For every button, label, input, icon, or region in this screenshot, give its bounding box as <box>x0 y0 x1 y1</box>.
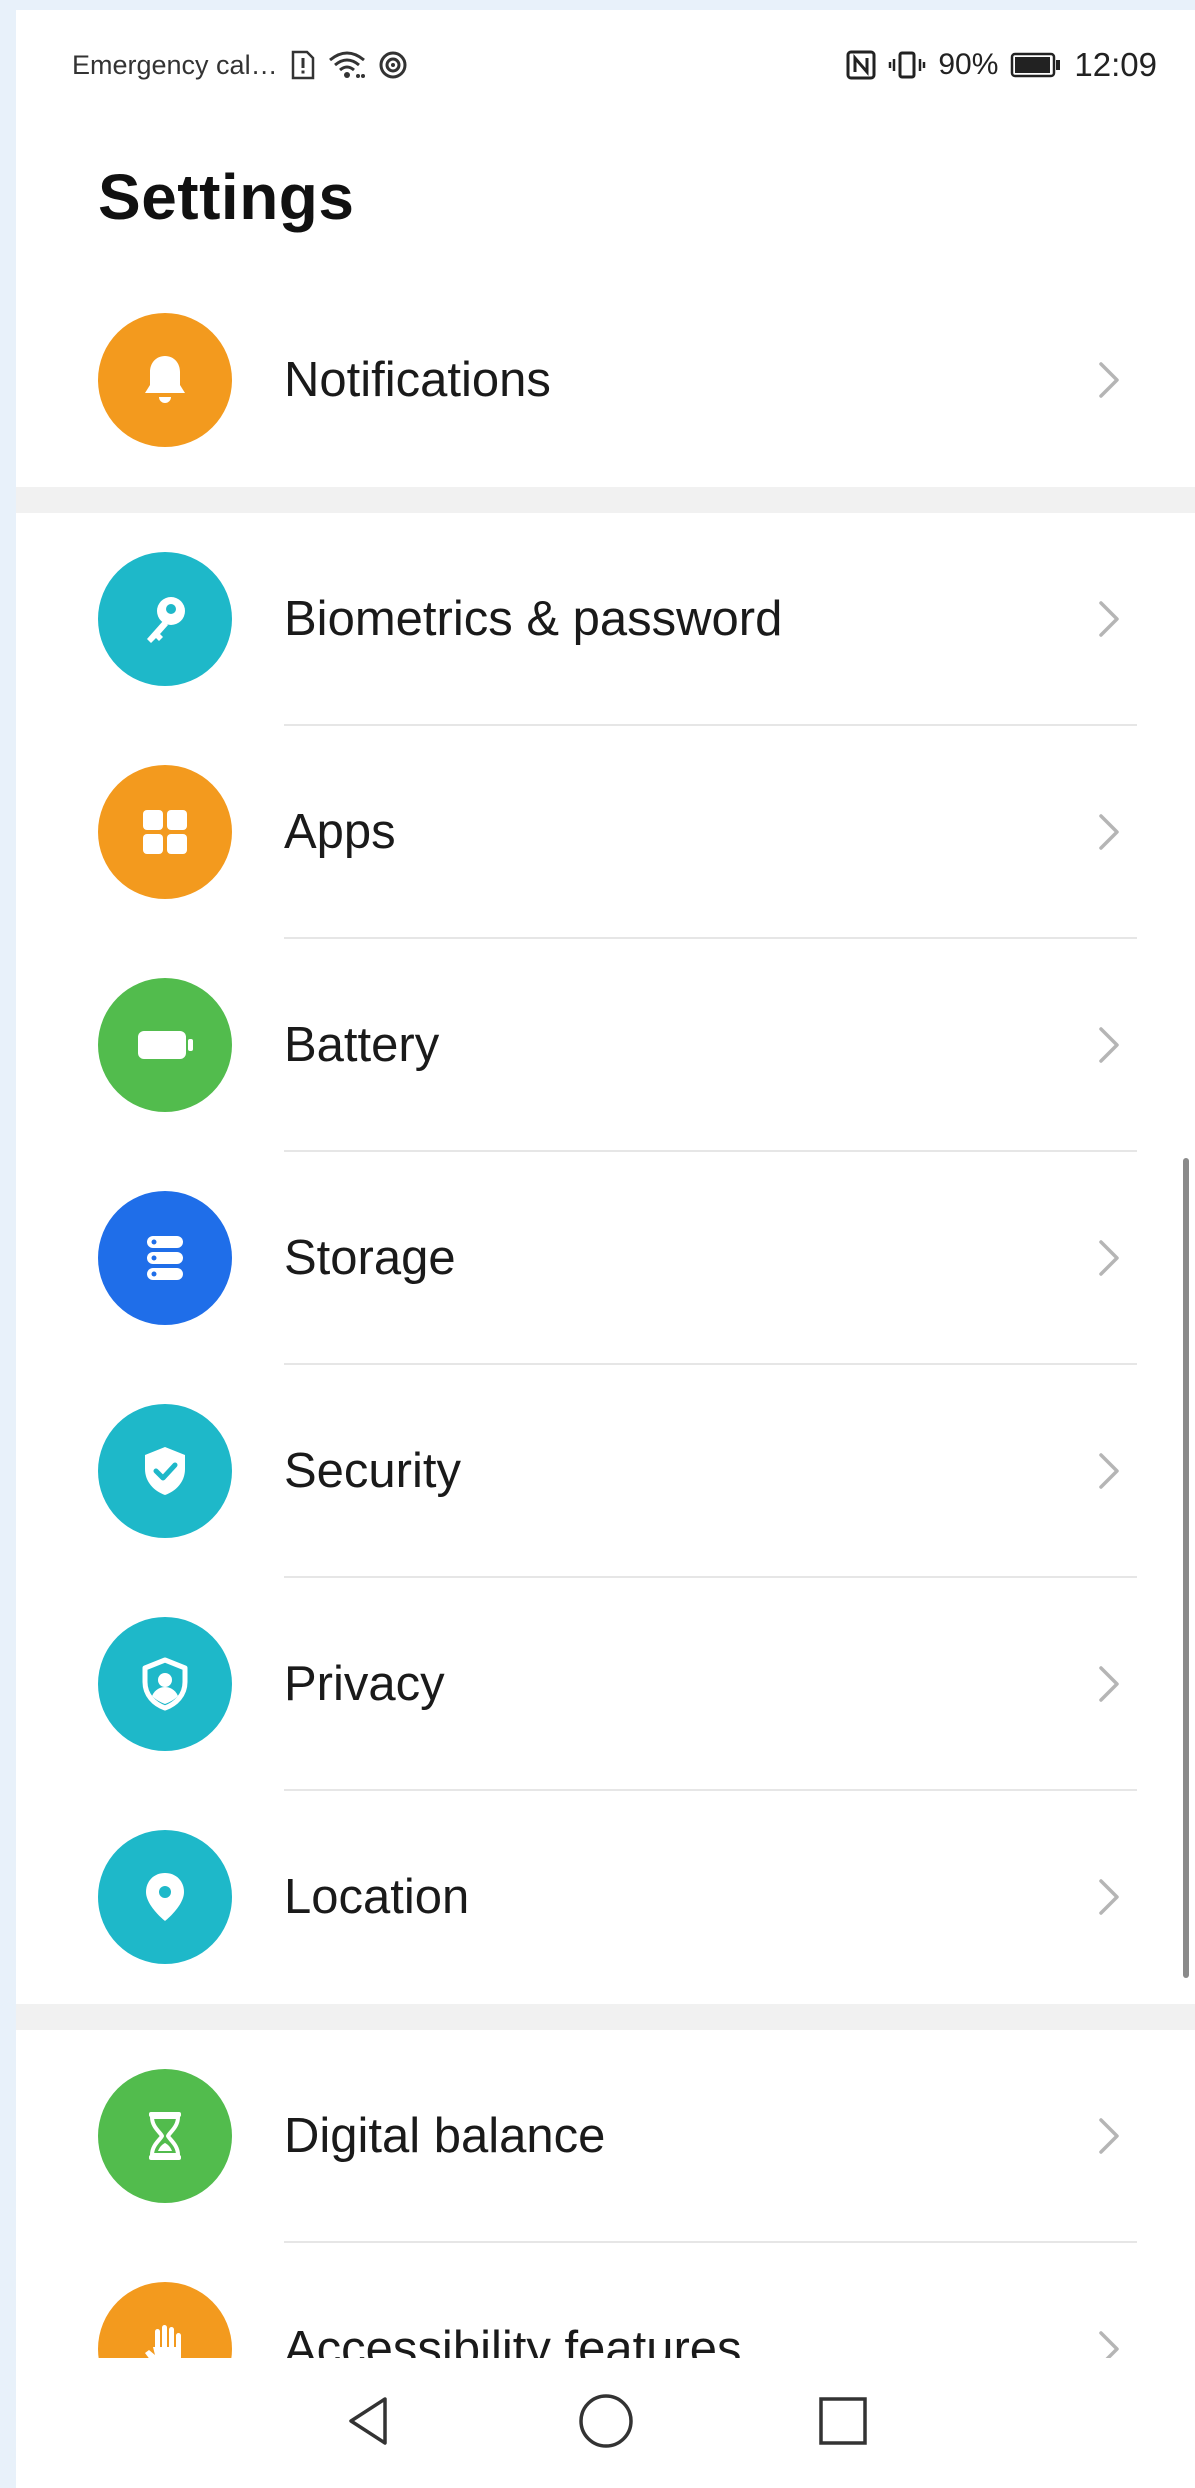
carrier-text: Emergency cal… <box>72 49 278 80</box>
battery-icon <box>1010 52 1062 78</box>
hotspot-icon <box>378 50 408 80</box>
chevron-right-icon <box>1099 1666 1119 1702</box>
settings-screen: Emergency cal… 90% 12:09 Settings Notifi… <box>16 10 1195 2488</box>
chevron-right-icon <box>1099 362 1119 398</box>
chevron-right-icon <box>1099 2118 1119 2154</box>
battery-percent: 90% <box>938 48 999 81</box>
location-pin-icon <box>98 1830 232 1964</box>
sim-alert-icon <box>290 50 316 80</box>
hourglass-icon <box>98 2069 232 2203</box>
shield-check-icon <box>98 1404 232 1538</box>
chevron-right-icon <box>1099 2331 1119 2360</box>
back-button[interactable] <box>334 2386 404 2456</box>
chevron-right-icon <box>1099 814 1119 850</box>
vibrate-icon <box>888 50 926 80</box>
settings-item-security[interactable]: Security <box>16 1365 1195 1578</box>
navigation-bar <box>16 2358 1195 2488</box>
chevron-right-icon <box>1099 601 1119 637</box>
settings-item-label: Accessibility features <box>284 2322 742 2360</box>
section-wellbeing: Digital balance Accessibility features <box>16 2030 1195 2360</box>
section-notifications: Notifications <box>16 274 1195 487</box>
section-device: Biometrics & password Apps Battery Stora… <box>16 513 1195 2004</box>
section-separator <box>16 2004 1195 2030</box>
bell-icon <box>98 313 232 447</box>
settings-item-storage[interactable]: Storage <box>16 1152 1195 1365</box>
back-icon <box>349 2397 387 2445</box>
settings-item-biometrics-password[interactable]: Biometrics & password <box>16 513 1195 726</box>
settings-item-digital-balance[interactable]: Digital balance <box>16 2030 1195 2243</box>
chevron-right-icon <box>1099 1879 1119 1915</box>
settings-item-label: Security <box>284 1444 462 1498</box>
settings-item-location[interactable]: Location <box>16 1791 1195 2004</box>
settings-item-label: Notifications <box>284 353 551 407</box>
recents-icon <box>819 2397 867 2445</box>
settings-item-label: Privacy <box>284 1657 445 1711</box>
home-button[interactable] <box>571 2386 641 2456</box>
chevron-right-icon <box>1099 1453 1119 1489</box>
settings-item-accessibility[interactable]: Accessibility features <box>16 2243 1195 2360</box>
settings-item-label: Apps <box>284 805 396 859</box>
status-right: 90% 12:09 <box>846 46 1157 84</box>
apps-grid-icon <box>98 765 232 899</box>
privacy-icon <box>98 1617 232 1751</box>
settings-item-label: Digital balance <box>284 2109 606 2163</box>
nfc-icon <box>846 50 876 80</box>
battery-icon <box>98 978 232 1112</box>
home-icon <box>579 2394 633 2448</box>
settings-item-label: Location <box>284 1870 470 1924</box>
scrollbar[interactable] <box>1183 1158 1189 1978</box>
storage-icon <box>98 1191 232 1325</box>
section-separator <box>16 487 1195 513</box>
wifi-icon <box>328 50 366 80</box>
status-left: Emergency cal… <box>72 50 408 81</box>
settings-item-label: Biometrics & password <box>284 592 783 646</box>
recents-button[interactable] <box>808 2386 878 2456</box>
chevron-right-icon <box>1099 1240 1119 1276</box>
settings-item-apps[interactable]: Apps <box>16 726 1195 939</box>
hand-icon <box>98 2282 232 2360</box>
key-icon <box>98 552 232 686</box>
settings-item-notifications[interactable]: Notifications <box>16 274 1195 487</box>
settings-item-label: Battery <box>284 1018 440 1072</box>
clock: 12:09 <box>1074 46 1157 83</box>
page-title: Settings <box>98 161 355 233</box>
settings-item-label: Storage <box>284 1231 456 1285</box>
chevron-right-icon <box>1099 1027 1119 1063</box>
settings-item-battery[interactable]: Battery <box>16 939 1195 1152</box>
settings-item-privacy[interactable]: Privacy <box>16 1578 1195 1791</box>
status-bar: Emergency cal… 90% 12:09 <box>16 10 1195 120</box>
